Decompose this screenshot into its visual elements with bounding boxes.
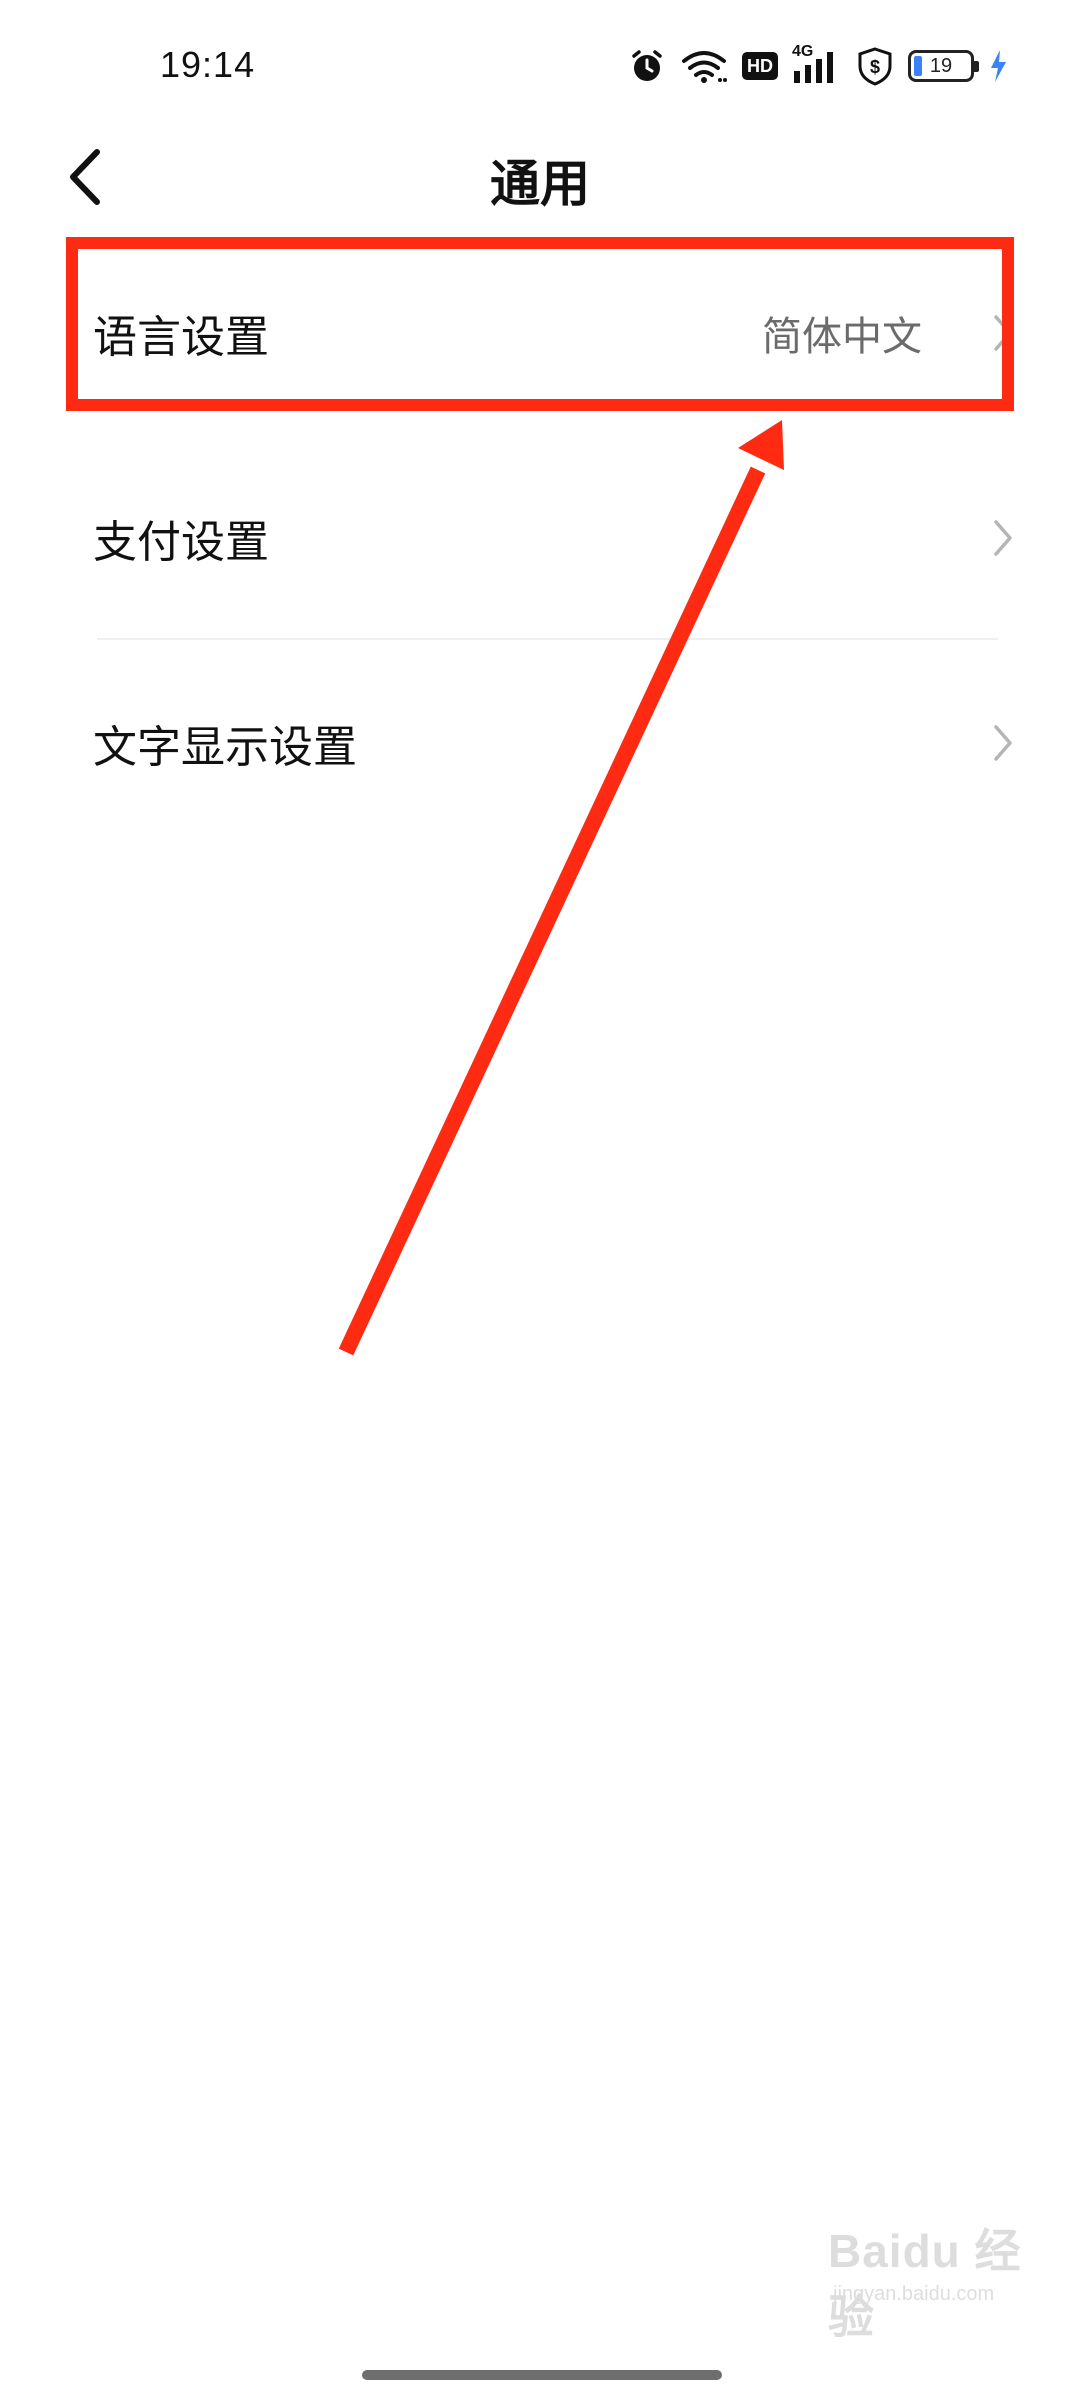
svg-text:$: $	[870, 57, 880, 77]
settings-item-label: 文字显示设置	[93, 721, 357, 773]
settings-item-payment[interactable]: 支付设置	[0, 435, 1080, 640]
chevron-right-icon	[994, 519, 1012, 556]
watermark-brand: Baidu 经验	[828, 2225, 1022, 2343]
battery-level	[914, 56, 922, 76]
status-bar: 19:14 HD 4G $ 19	[0, 0, 1080, 130]
screen: 19:14 HD 4G $ 19 通用 语言设置 简体中文 支付设置 文字显示设…	[0, 0, 1080, 2400]
wifi-icon	[680, 47, 728, 85]
chevron-right-icon	[994, 724, 1012, 761]
settings-item-language[interactable]: 语言设置 简体中文	[0, 230, 1080, 435]
battery-icon: 19	[908, 50, 979, 82]
shield-dollar-icon: $	[856, 46, 894, 86]
header: 通用	[0, 130, 1080, 220]
alarm-icon	[628, 47, 666, 85]
watermark-logo: Baidu 经验 jingyan.baidu.com	[828, 2205, 1038, 2343]
status-time: 19:14	[160, 44, 256, 85]
page-title: 通用	[490, 155, 590, 213]
settings-item-label: 支付设置	[93, 516, 269, 568]
settings-item-value: 简体中文	[762, 313, 922, 360]
settings-item-label: 语言设置	[93, 311, 269, 363]
watermark-url: jingyan.baidu.com	[833, 2283, 995, 2305]
signal-icon: 4G	[792, 43, 842, 85]
charging-icon	[988, 48, 1008, 84]
battery-percentage: 19	[929, 54, 953, 77]
home-indicator[interactable]	[362, 2370, 722, 2380]
chevron-right-icon	[994, 314, 1012, 351]
status-icons: HD 4G $ 19	[628, 43, 1008, 88]
hd-icon: HD	[742, 52, 778, 80]
settings-list: 语言设置 简体中文 支付设置 文字显示设置	[0, 230, 1080, 845]
settings-item-text-display[interactable]: 文字显示设置	[0, 640, 1080, 845]
